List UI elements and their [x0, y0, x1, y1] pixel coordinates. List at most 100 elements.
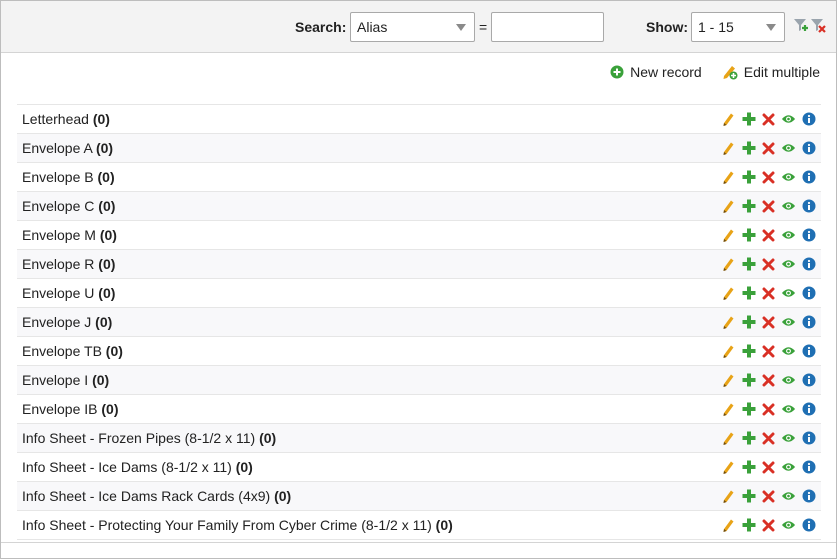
info-icon[interactable]	[801, 141, 816, 156]
delete-icon[interactable]	[761, 141, 776, 156]
info-icon[interactable]	[801, 257, 816, 272]
delete-icon[interactable]	[761, 257, 776, 272]
eye-icon[interactable]	[781, 373, 796, 388]
table-row[interactable]: Envelope A (0)	[17, 134, 821, 163]
edit-multiple-link[interactable]: Edit multiple	[722, 64, 820, 80]
record-name: Envelope B	[22, 169, 94, 185]
pencil-icon[interactable]	[721, 199, 736, 214]
pencil-icon[interactable]	[721, 402, 736, 417]
info-icon[interactable]	[801, 431, 816, 446]
eye-icon[interactable]	[781, 141, 796, 156]
new-record-link[interactable]: New record	[610, 64, 702, 80]
eye-icon[interactable]	[781, 518, 796, 533]
info-icon[interactable]	[801, 315, 816, 330]
show-range-select[interactable]: 1 - 15	[691, 12, 785, 42]
table-row[interactable]: Envelope M (0)	[17, 221, 821, 250]
record-name: Info Sheet - Ice Dams (8-1/2 x 11)	[22, 459, 232, 475]
plus-icon[interactable]	[741, 489, 756, 504]
pencil-icon[interactable]	[721, 431, 736, 446]
pencil-icon[interactable]	[721, 257, 736, 272]
plus-icon[interactable]	[741, 112, 756, 127]
eye-icon[interactable]	[781, 344, 796, 359]
eye-icon[interactable]	[781, 228, 796, 243]
table-row[interactable]: Envelope IB (0)	[17, 395, 821, 424]
delete-icon[interactable]	[761, 460, 776, 475]
plus-icon[interactable]	[741, 228, 756, 243]
delete-icon[interactable]	[761, 489, 776, 504]
plus-icon[interactable]	[741, 315, 756, 330]
table-row[interactable]: Info Sheet - Protecting Your Family From…	[17, 511, 821, 540]
eye-icon[interactable]	[781, 431, 796, 446]
plus-icon[interactable]	[741, 431, 756, 446]
table-row[interactable]: Envelope C (0)	[17, 192, 821, 221]
plus-icon[interactable]	[741, 141, 756, 156]
delete-icon[interactable]	[761, 228, 776, 243]
eye-icon[interactable]	[781, 286, 796, 301]
plus-icon[interactable]	[741, 199, 756, 214]
pencil-icon[interactable]	[721, 344, 736, 359]
table-row[interactable]: Envelope U (0)	[17, 279, 821, 308]
row-actions	[721, 141, 816, 156]
pencil-icon[interactable]	[721, 489, 736, 504]
info-icon[interactable]	[801, 344, 816, 359]
search-field-select[interactable]: Alias	[350, 12, 475, 42]
table-row[interactable]: Info Sheet - Ice Dams Rack Cards (4x9) (…	[17, 482, 821, 511]
table-row[interactable]: Envelope B (0)	[17, 163, 821, 192]
info-icon[interactable]	[801, 112, 816, 127]
info-icon[interactable]	[801, 170, 816, 185]
pencil-icon[interactable]	[721, 518, 736, 533]
filter-clear-icon[interactable]	[810, 17, 826, 35]
table-row[interactable]: Envelope J (0)	[17, 308, 821, 337]
plus-icon[interactable]	[741, 373, 756, 388]
delete-icon[interactable]	[761, 112, 776, 127]
eye-icon[interactable]	[781, 170, 796, 185]
pencil-icon[interactable]	[721, 373, 736, 388]
delete-icon[interactable]	[761, 373, 776, 388]
pencil-icon[interactable]	[721, 228, 736, 243]
plus-icon[interactable]	[741, 402, 756, 417]
info-icon[interactable]	[801, 228, 816, 243]
eye-icon[interactable]	[781, 199, 796, 214]
delete-icon[interactable]	[761, 315, 776, 330]
info-icon[interactable]	[801, 373, 816, 388]
filter-add-icon[interactable]	[793, 17, 809, 35]
table-row[interactable]: Envelope R (0)	[17, 250, 821, 279]
plus-icon[interactable]	[741, 257, 756, 272]
pencil-icon[interactable]	[721, 286, 736, 301]
table-row[interactable]: Info Sheet - Ice Dams (8-1/2 x 11) (0)	[17, 453, 821, 482]
eye-icon[interactable]	[781, 460, 796, 475]
info-icon[interactable]	[801, 460, 816, 475]
eye-icon[interactable]	[781, 315, 796, 330]
pencil-icon[interactable]	[721, 141, 736, 156]
plus-icon[interactable]	[741, 460, 756, 475]
eye-icon[interactable]	[781, 489, 796, 504]
info-icon[interactable]	[801, 199, 816, 214]
table-row[interactable]: Envelope TB (0)	[17, 337, 821, 366]
delete-icon[interactable]	[761, 402, 776, 417]
info-icon[interactable]	[801, 489, 816, 504]
eye-icon[interactable]	[781, 402, 796, 417]
plus-icon[interactable]	[741, 518, 756, 533]
delete-icon[interactable]	[761, 199, 776, 214]
delete-icon[interactable]	[761, 170, 776, 185]
delete-icon[interactable]	[761, 344, 776, 359]
plus-icon[interactable]	[741, 170, 756, 185]
delete-icon[interactable]	[761, 286, 776, 301]
pencil-icon[interactable]	[721, 112, 736, 127]
delete-icon[interactable]	[761, 431, 776, 446]
pencil-icon[interactable]	[721, 170, 736, 185]
table-row[interactable]: Info Sheet - Frozen Pipes (8-1/2 x 11) (…	[17, 424, 821, 453]
plus-icon[interactable]	[741, 344, 756, 359]
info-icon[interactable]	[801, 402, 816, 417]
info-icon[interactable]	[801, 518, 816, 533]
pencil-icon[interactable]	[721, 315, 736, 330]
eye-icon[interactable]	[781, 257, 796, 272]
search-input[interactable]	[491, 12, 604, 42]
delete-icon[interactable]	[761, 518, 776, 533]
info-icon[interactable]	[801, 286, 816, 301]
table-row[interactable]: Envelope I (0)	[17, 366, 821, 395]
pencil-icon[interactable]	[721, 460, 736, 475]
plus-icon[interactable]	[741, 286, 756, 301]
table-row[interactable]: Letterhead (0)	[17, 105, 821, 134]
eye-icon[interactable]	[781, 112, 796, 127]
